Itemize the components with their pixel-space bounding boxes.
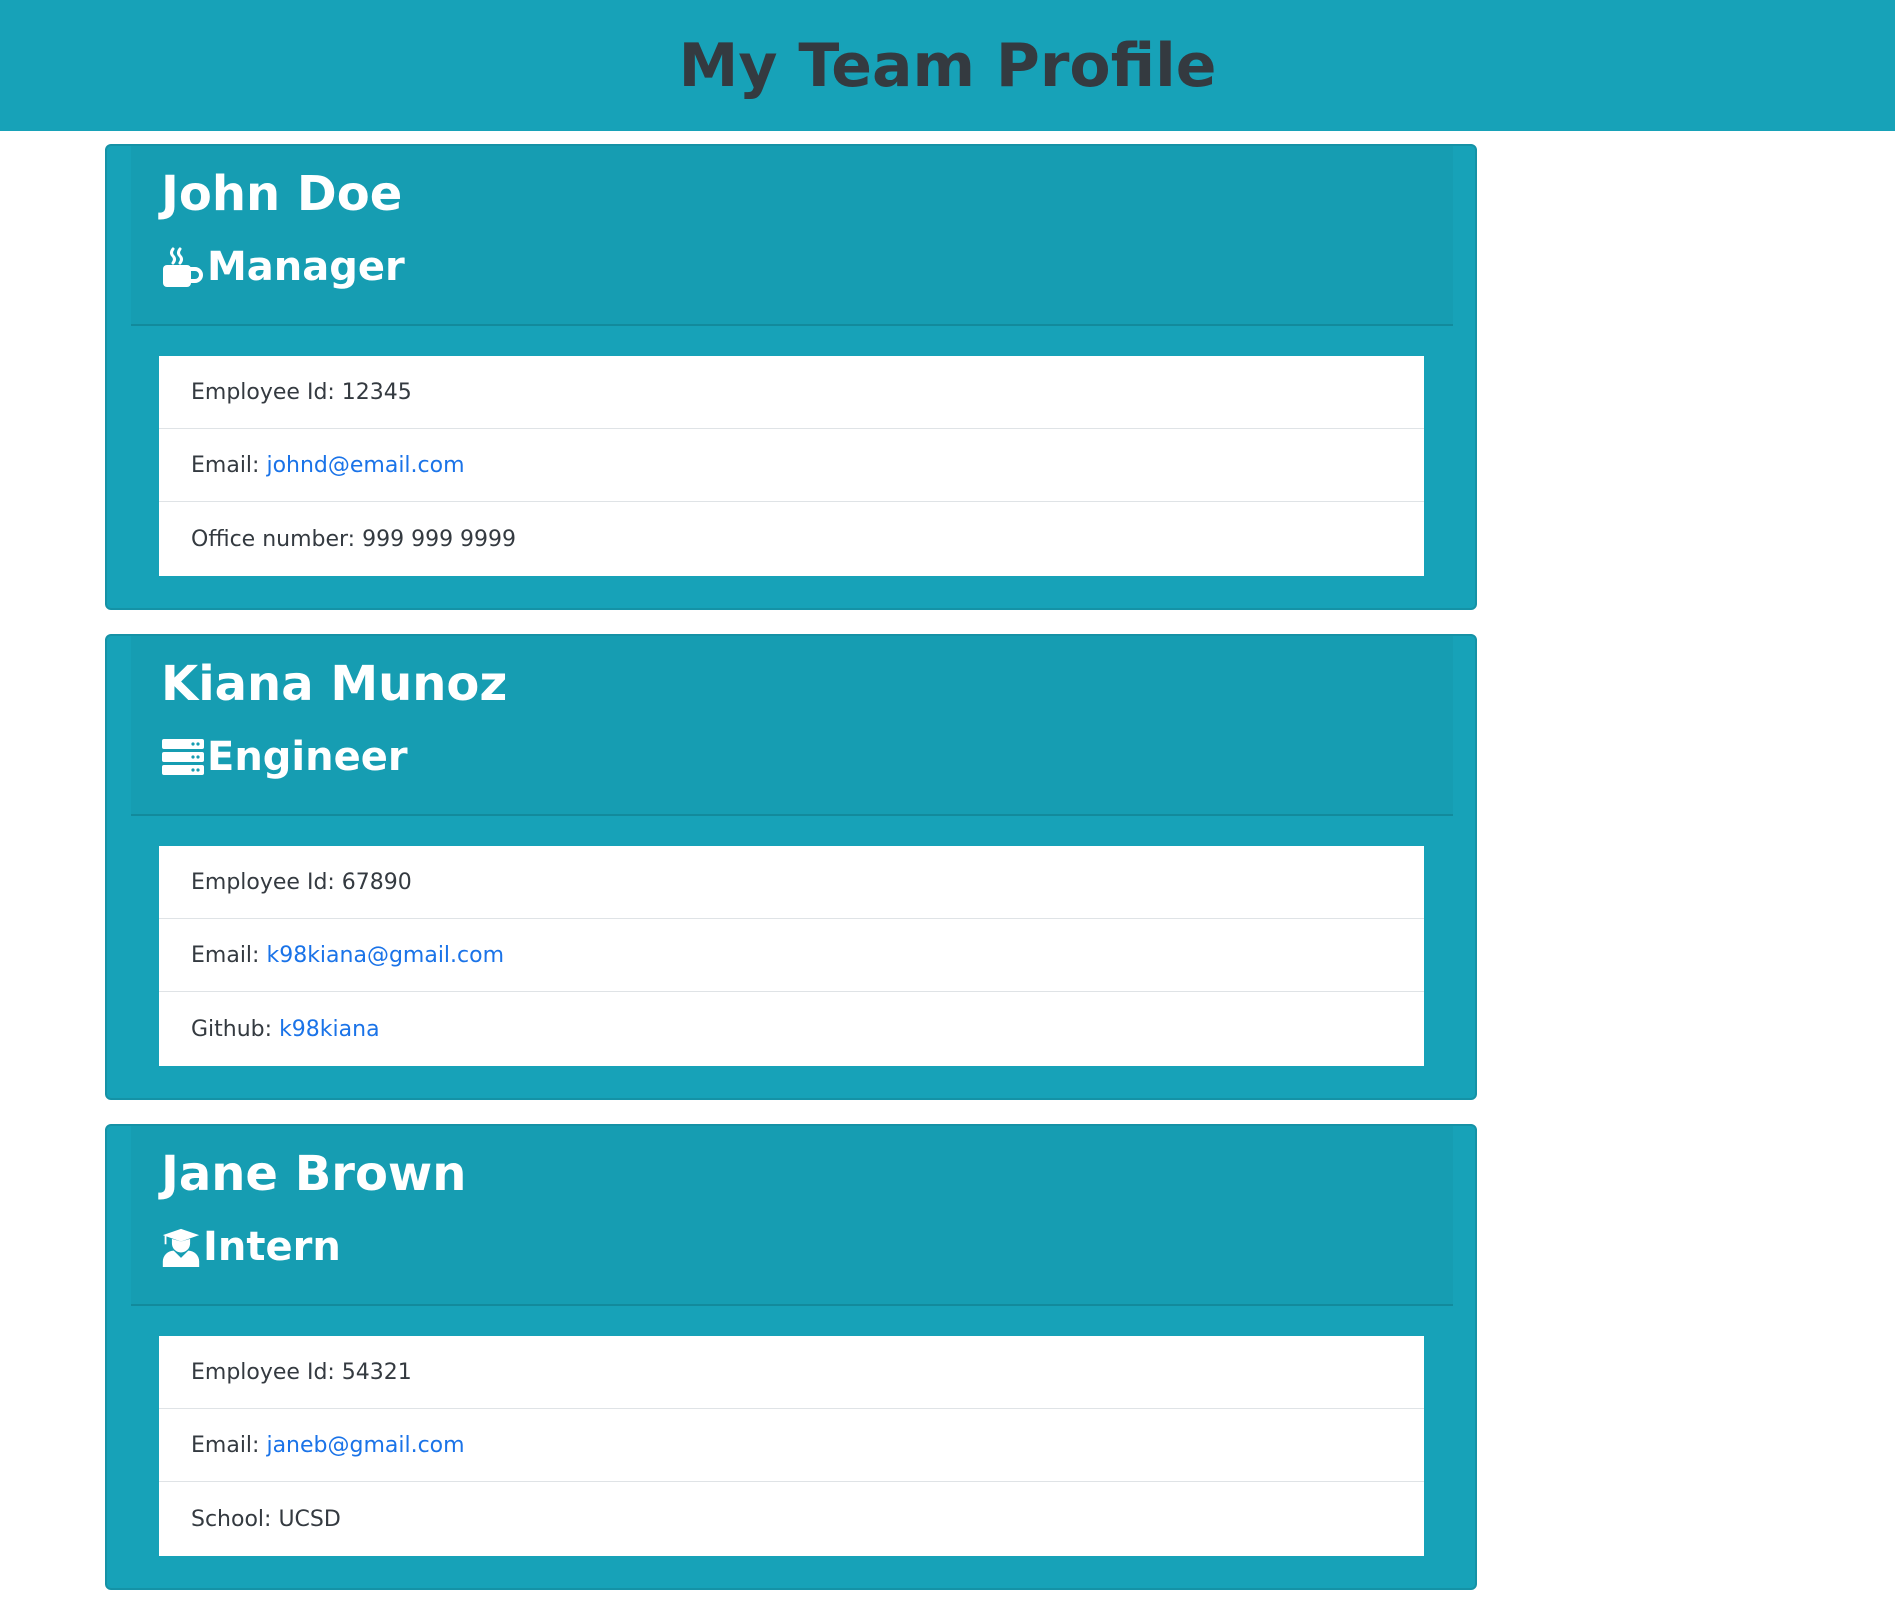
employee-role-label: Intern [203, 1224, 341, 1270]
list-item-employee-id: Employee Id: 54321 [159, 1336, 1424, 1409]
employee-card-engineer: Kiana Munoz Engineer Employee Id: 67890 … [105, 634, 1477, 1100]
employee-id: Employee Id: 67890 [191, 869, 412, 895]
employee-role: Intern [161, 1224, 341, 1270]
employee-role: Engineer [161, 734, 408, 780]
email-link[interactable]: johnd@email.com [266, 453, 464, 478]
page-header: My Team Profile [0, 0, 1895, 131]
email-link[interactable]: janeb@gmail.com [266, 1433, 464, 1458]
employee-id: Employee Id: 54321 [191, 1359, 412, 1385]
page-title: My Team Profile [678, 30, 1217, 101]
school: School: UCSD [191, 1506, 341, 1532]
server-icon [161, 735, 205, 779]
employee-name: John Doe [161, 166, 403, 222]
github-link[interactable]: k98kiana [279, 1017, 380, 1042]
list-item-email: Email: k98kiana@gmail.com [159, 919, 1424, 992]
employee-role-label: Manager [207, 244, 405, 290]
email-link[interactable]: k98kiana@gmail.com [266, 943, 504, 968]
employee-card-intern: Jane Brown Intern Employee Id: 54321 Ema… [105, 1124, 1477, 1590]
list-item-office-number: Office number: 999 999 9999 [159, 502, 1424, 576]
card-header: John Doe Manager [131, 146, 1453, 326]
list-item-employee-id: Employee Id: 67890 [159, 846, 1424, 919]
mug-hot-icon [161, 245, 205, 289]
employee-card-manager: John Doe Manager Employee Id: 12345 Emai… [105, 144, 1477, 610]
user-graduate-icon [161, 1225, 201, 1269]
employee-name: Kiana Munoz [161, 656, 508, 712]
github-label: Github: [191, 1016, 273, 1042]
email-label: Email: [191, 452, 260, 478]
list-item-email: Email: janeb@gmail.com [159, 1409, 1424, 1482]
office-number: Office number: 999 999 9999 [191, 526, 517, 552]
employee-info-list: Employee Id: 12345 Email: johnd@email.co… [159, 356, 1424, 576]
employee-info-list: Employee Id: 67890 Email: k98kiana@gmail… [159, 846, 1424, 1066]
email-label: Email: [191, 942, 260, 968]
email-label: Email: [191, 1432, 260, 1458]
list-item-email: Email: johnd@email.com [159, 429, 1424, 502]
list-item-github: Github: k98kiana [159, 992, 1424, 1066]
employee-id: Employee Id: 12345 [191, 379, 412, 405]
employee-info-list: Employee Id: 54321 Email: janeb@gmail.co… [159, 1336, 1424, 1556]
employee-name: Jane Brown [161, 1146, 467, 1202]
list-item-school: School: UCSD [159, 1482, 1424, 1556]
employee-role-label: Engineer [207, 734, 408, 780]
card-header: Jane Brown Intern [131, 1126, 1453, 1306]
list-item-employee-id: Employee Id: 12345 [159, 356, 1424, 429]
card-header: Kiana Munoz Engineer [131, 636, 1453, 816]
employee-role: Manager [161, 244, 405, 290]
